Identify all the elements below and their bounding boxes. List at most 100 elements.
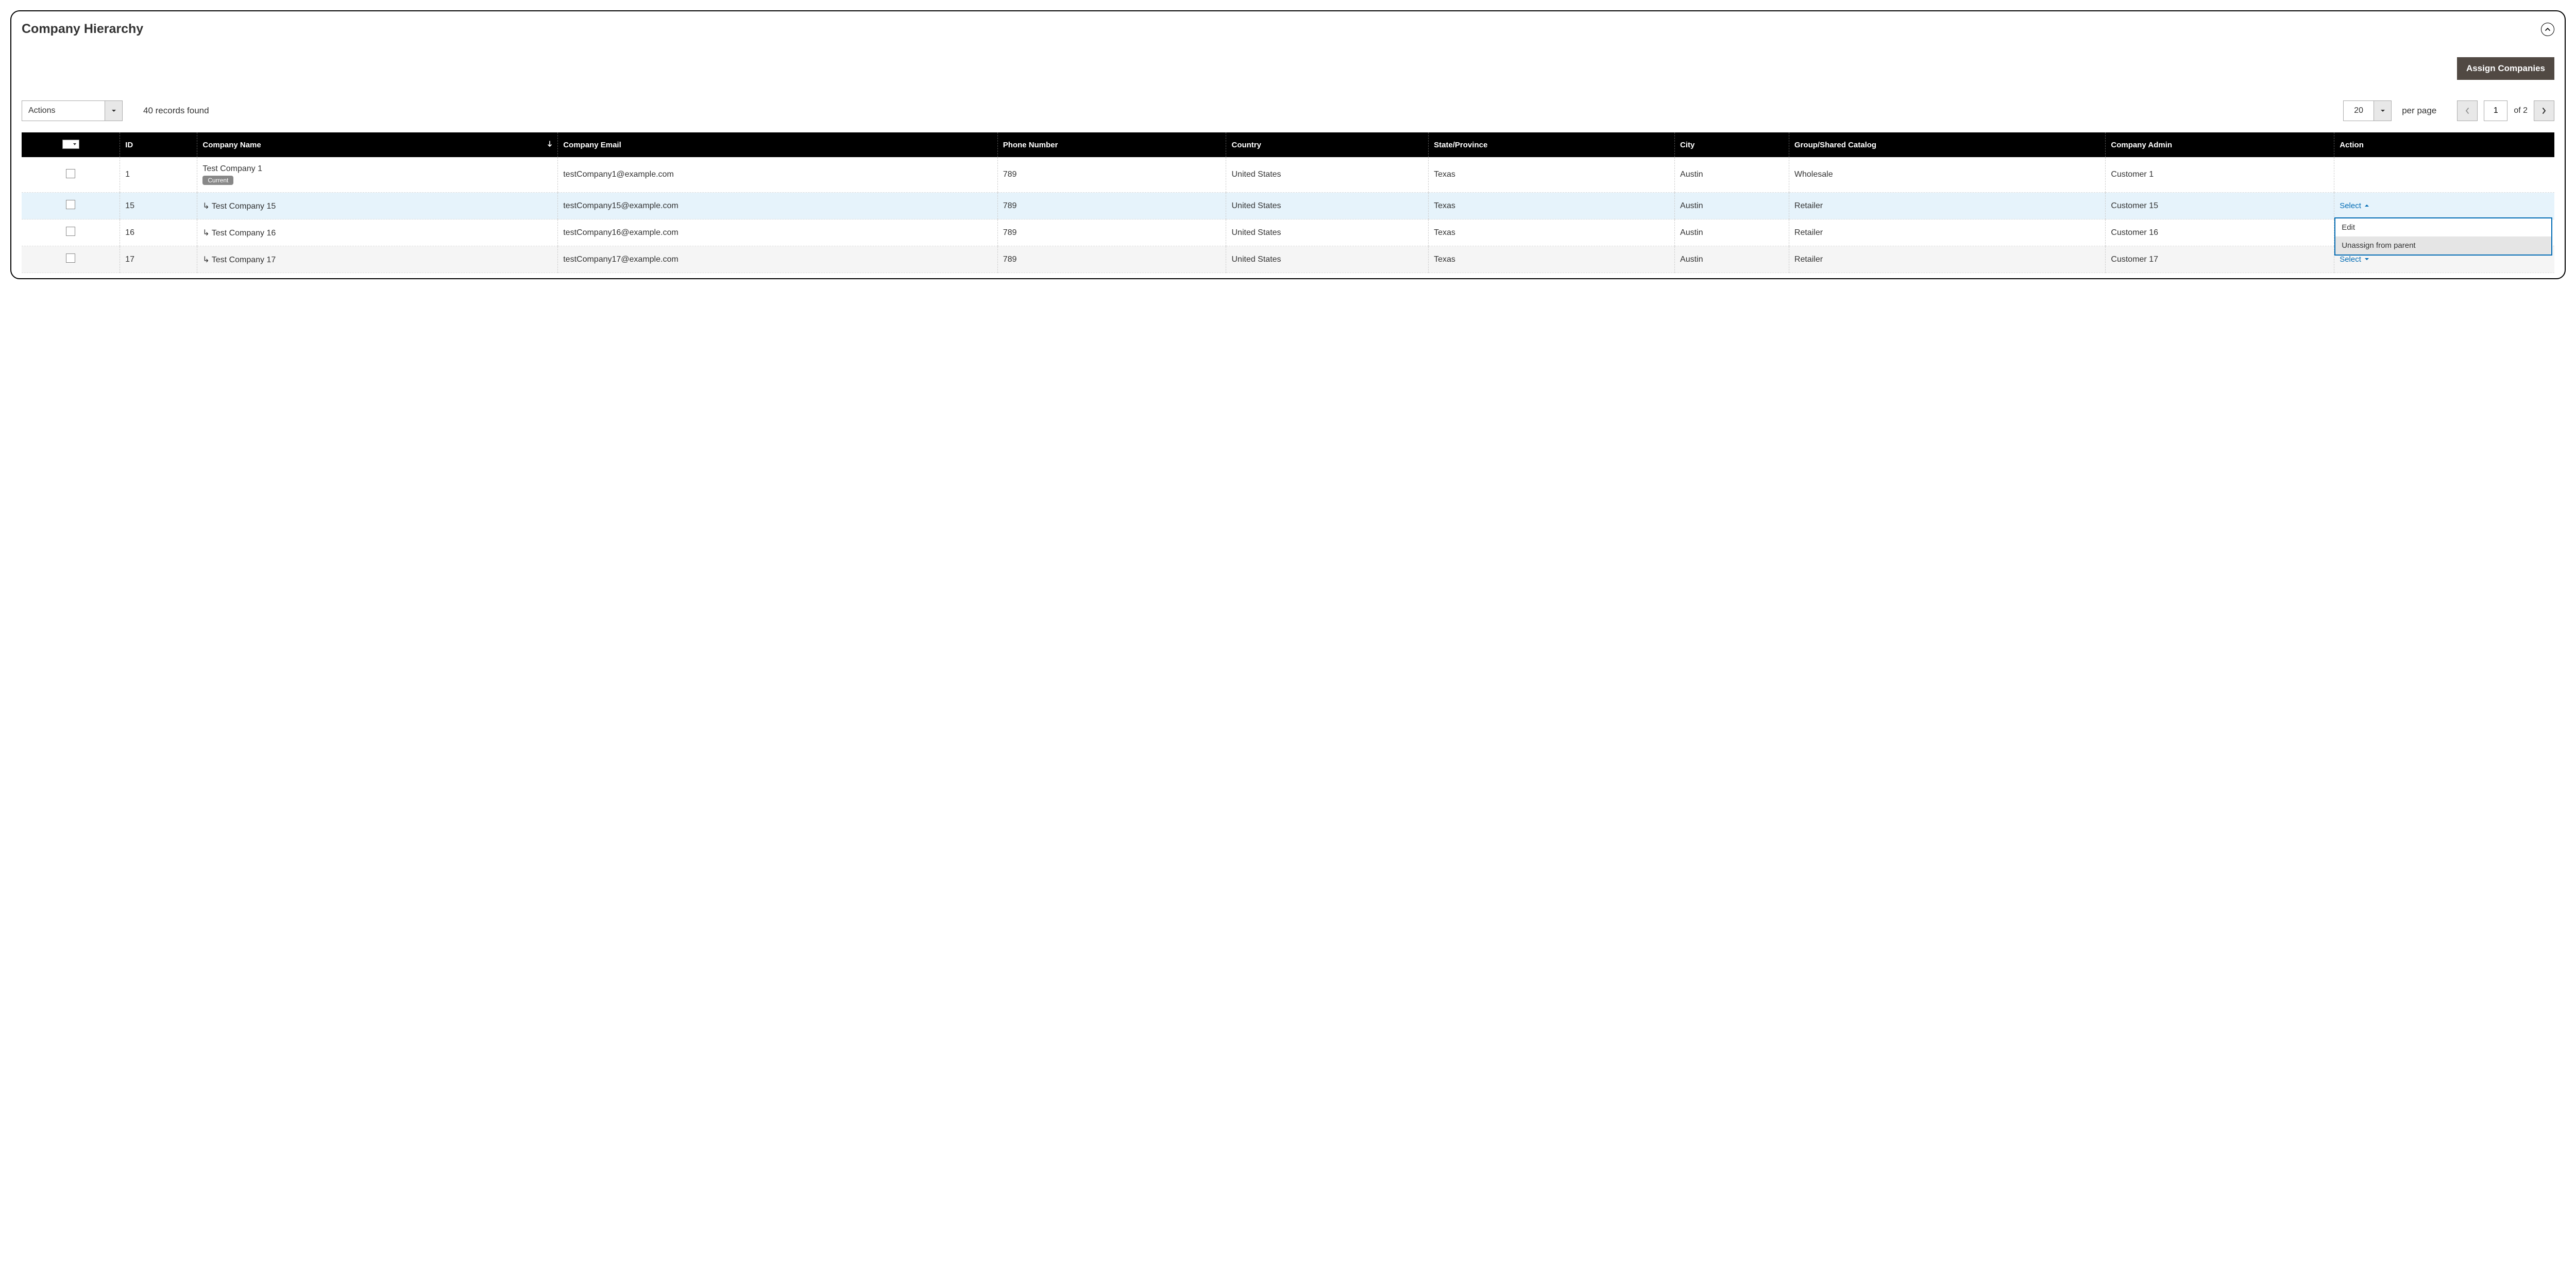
company-grid: ID Company Name Company Email Phone Numb… [22, 132, 2554, 273]
col-header-company-email[interactable]: Company Email [558, 132, 997, 157]
menu-item-unassign[interactable]: Unassign from parent [2335, 236, 2551, 255]
caret-down-icon [105, 101, 122, 121]
cell-phone: 789 [998, 157, 1227, 193]
cell-id: 16 [120, 219, 197, 246]
sort-desc-icon [542, 140, 552, 149]
cell-city: Austin [1675, 219, 1789, 246]
grid-header-row: ID Company Name Company Email Phone Numb… [22, 132, 2554, 157]
chevron-left-icon [2465, 107, 2470, 114]
col-header-company-name[interactable]: Company Name [197, 132, 558, 157]
row-action-menu: Edit Unassign from parent [2334, 217, 2552, 256]
cell-country: United States [1226, 157, 1429, 193]
caret-up-icon [2364, 203, 2369, 208]
cell-email: testCompany15@example.com [558, 193, 997, 219]
table-row: 16↳Test Company 16testCompany16@example.… [22, 219, 2554, 246]
row-checkbox[interactable] [66, 200, 75, 209]
child-arrow-icon: ↳ [202, 201, 209, 211]
caret-down-icon [73, 142, 77, 146]
cell-company-name: ↳Test Company 15 [197, 193, 558, 219]
cell-state: Texas [1429, 246, 1675, 273]
cell-company-name: ↳Test Company 17 [197, 246, 558, 273]
cell-admin: Customer 15 [2106, 193, 2334, 219]
company-hierarchy-panel: Company Hierarchy Assign Companies Actio… [10, 10, 2566, 279]
chevron-up-icon [2545, 26, 2551, 32]
col-header-city[interactable]: City [1675, 132, 1789, 157]
bulk-actions-select[interactable]: Actions [22, 100, 123, 121]
chevron-right-icon [2541, 107, 2547, 114]
select-all-dropdown[interactable] [71, 141, 78, 148]
per-page-label: per page [2402, 106, 2436, 116]
page-size-select[interactable]: 20 [2343, 100, 2392, 121]
row-action-select[interactable]: Select [2340, 201, 2369, 210]
grid-toolbar: Actions 40 records found 20 per page of … [22, 100, 2554, 121]
cell-company-name: ↳Test Company 16 [197, 219, 558, 246]
current-page-input[interactable] [2484, 100, 2507, 121]
row-checkbox[interactable] [66, 227, 75, 236]
row-action-select[interactable]: Select [2340, 255, 2369, 264]
col-header-action[interactable]: Action [2334, 132, 2554, 157]
company-name-text: Test Company 1 [202, 164, 262, 173]
col-header-admin[interactable]: Company Admin [2106, 132, 2334, 157]
cell-admin: Customer 16 [2106, 219, 2334, 246]
collapse-toggle[interactable] [2541, 23, 2554, 36]
row-checkbox[interactable] [66, 253, 75, 263]
table-row: 1 Test Company 1 Current testCompany1@examp… [22, 157, 2554, 193]
prev-page-button[interactable] [2457, 100, 2478, 121]
cell-id: 15 [120, 193, 197, 219]
caret-down-icon [2374, 101, 2391, 121]
cell-country: United States [1226, 246, 1429, 273]
cell-company-name: Test Company 1 Current [197, 157, 558, 193]
cell-phone: 789 [998, 193, 1227, 219]
cell-id: 1 [120, 157, 197, 193]
cell-group: Retailer [1789, 219, 2106, 246]
col-header-checkbox[interactable] [22, 132, 120, 157]
cell-city: Austin [1675, 193, 1789, 219]
col-header-group[interactable]: Group/Shared Catalog [1789, 132, 2106, 157]
cell-phone: 789 [998, 219, 1227, 246]
child-arrow-icon: ↳ [202, 228, 209, 238]
assign-companies-button[interactable]: Assign Companies [2457, 57, 2554, 80]
cell-id: 17 [120, 246, 197, 273]
current-badge: Current [202, 176, 233, 185]
cell-phone: 789 [998, 246, 1227, 273]
cell-country: United States [1226, 219, 1429, 246]
col-header-state[interactable]: State/Province [1429, 132, 1675, 157]
cell-email: testCompany1@example.com [558, 157, 997, 193]
next-page-button[interactable] [2534, 100, 2554, 121]
caret-down-icon [2364, 257, 2369, 262]
menu-item-edit[interactable]: Edit [2335, 218, 2551, 236]
cell-city: Austin [1675, 157, 1789, 193]
cell-state: Texas [1429, 219, 1675, 246]
cell-group: Retailer [1789, 246, 2106, 273]
panel-title: Company Hierarchy [22, 22, 143, 37]
row-checkbox[interactable] [66, 169, 75, 178]
assign-row: Assign Companies [22, 57, 2554, 80]
col-header-id[interactable]: ID [120, 132, 197, 157]
cell-email: testCompany17@example.com [558, 246, 997, 273]
select-all-checkbox[interactable] [63, 141, 71, 148]
cell-state: Texas [1429, 157, 1675, 193]
cell-action [2334, 157, 2554, 193]
company-name-text: Test Company 17 [212, 256, 276, 264]
company-name-text: Test Company 16 [212, 229, 276, 238]
records-found-label: 40 records found [143, 106, 209, 116]
grid-wrapper: ID Company Name Company Email Phone Numb… [22, 132, 2554, 273]
page-total-label: of 2 [2514, 106, 2528, 115]
cell-country: United States [1226, 193, 1429, 219]
bulk-actions-label: Actions [22, 101, 105, 121]
cell-city: Austin [1675, 246, 1789, 273]
panel-header: Company Hierarchy [22, 22, 2554, 37]
company-name-text: Test Company 15 [212, 202, 276, 211]
select-link-text: Select [2340, 201, 2361, 210]
col-header-phone[interactable]: Phone Number [998, 132, 1227, 157]
child-arrow-icon: ↳ [202, 255, 209, 265]
cell-email: testCompany16@example.com [558, 219, 997, 246]
cell-state: Texas [1429, 193, 1675, 219]
cell-action: Select [2334, 193, 2554, 219]
table-row: 17↳Test Company 17testCompany17@example.… [22, 246, 2554, 273]
col-header-country[interactable]: Country [1226, 132, 1429, 157]
page-size-value: 20 [2344, 101, 2374, 121]
cell-group: Wholesale [1789, 157, 2106, 193]
cell-group: Retailer [1789, 193, 2106, 219]
select-link-text: Select [2340, 255, 2361, 264]
